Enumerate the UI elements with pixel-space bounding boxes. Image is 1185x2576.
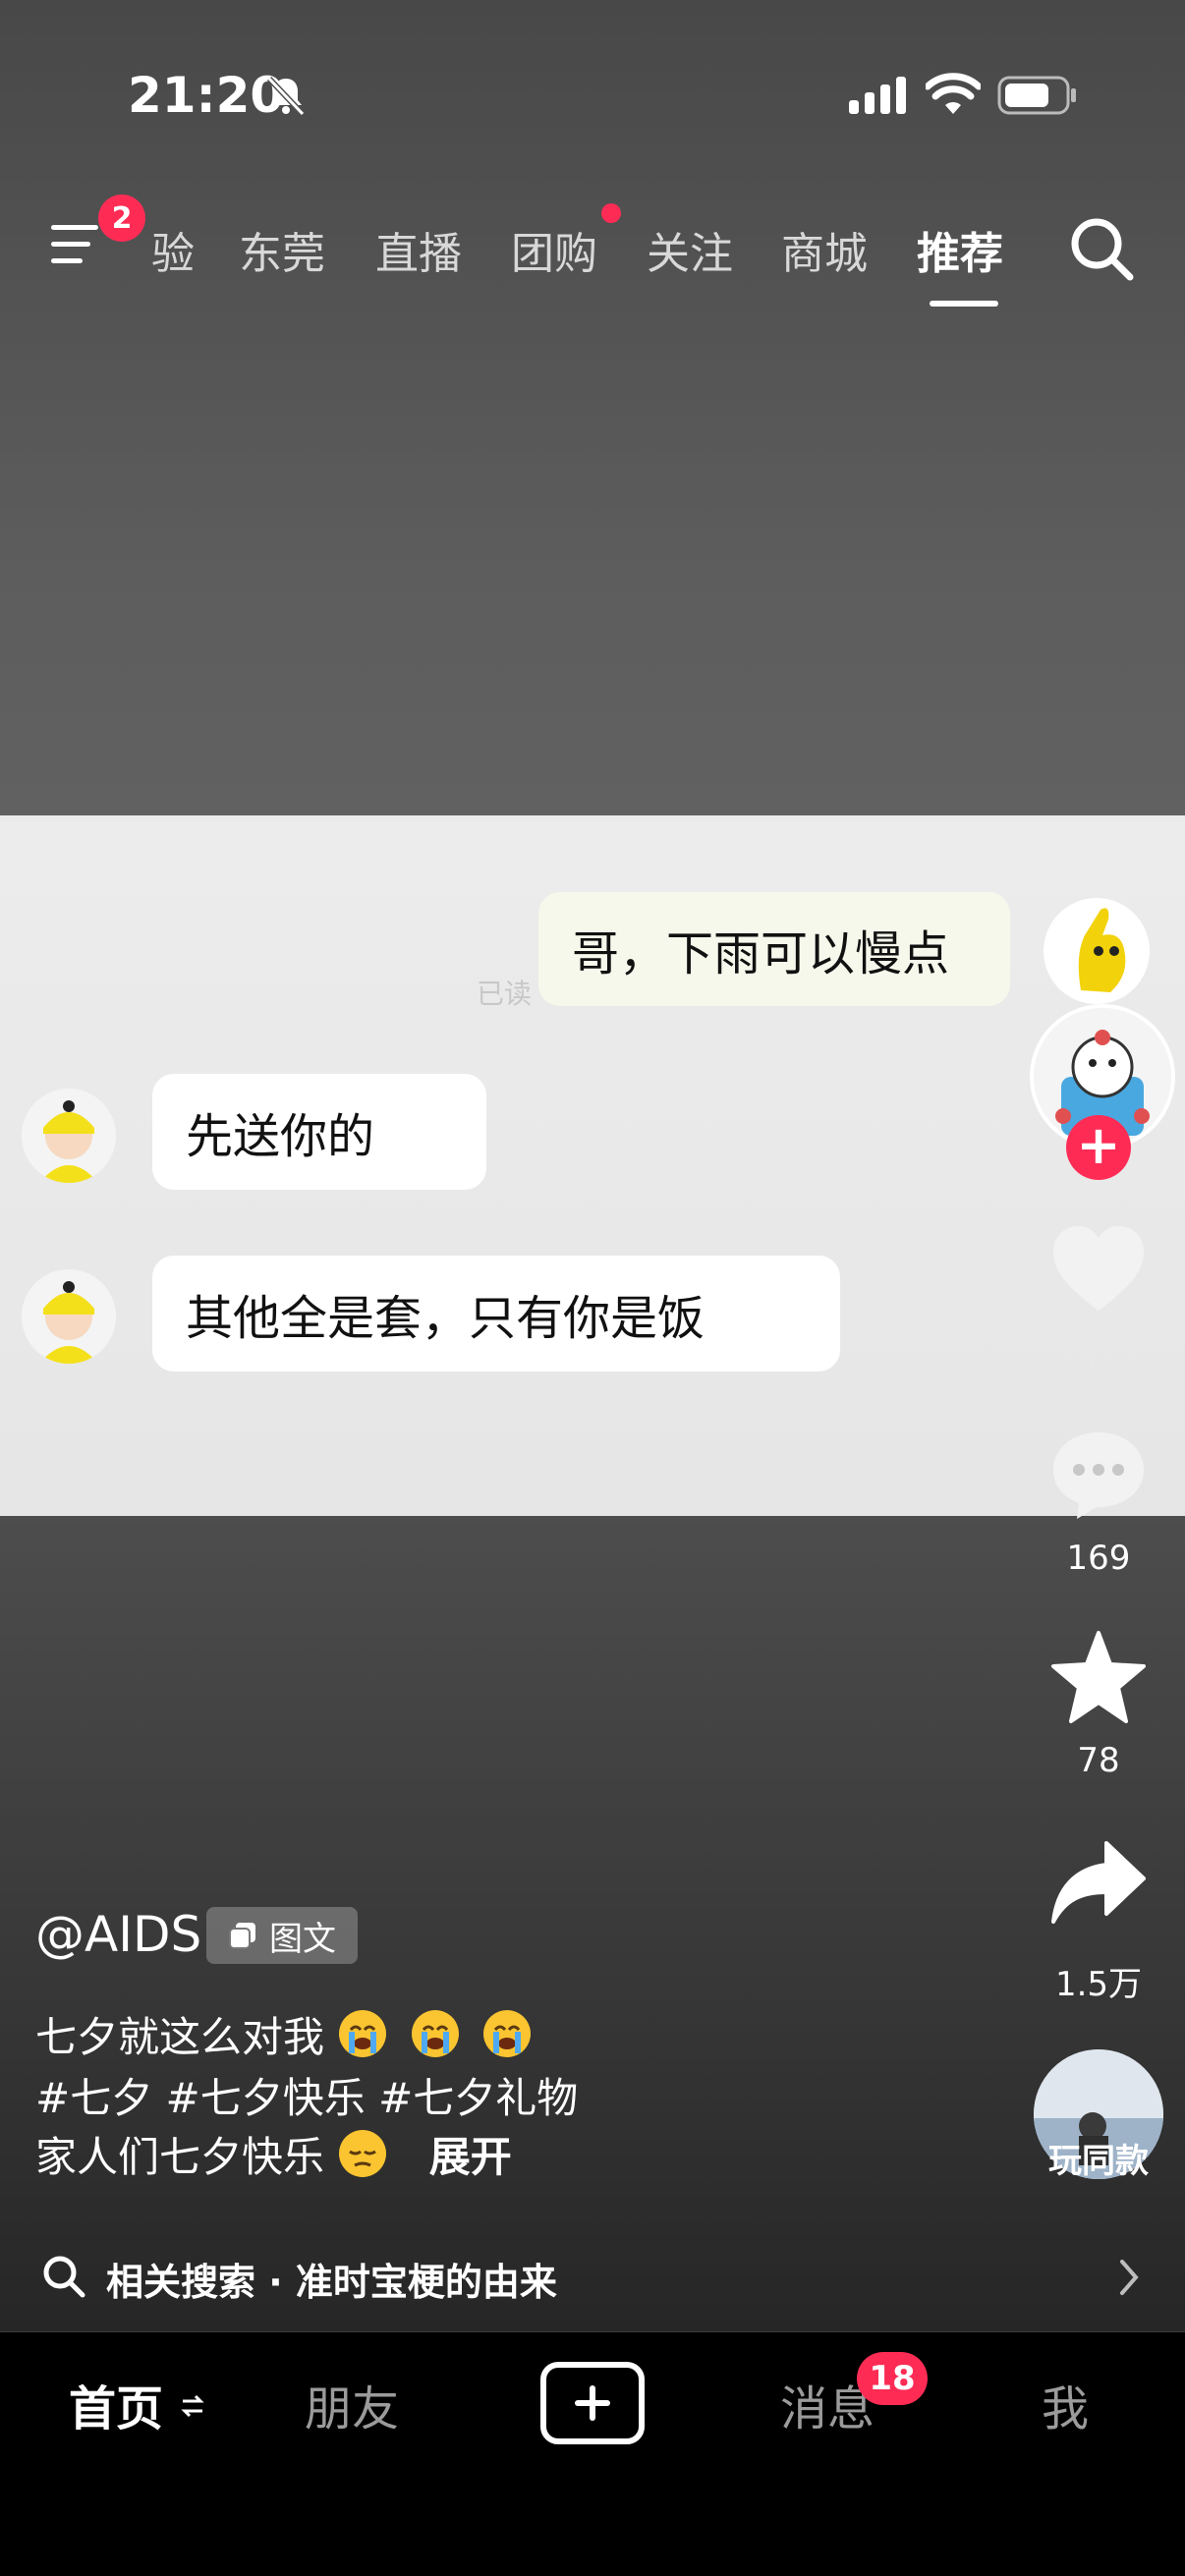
same-style-label[interactable]: 玩同款 bbox=[1014, 2134, 1183, 2182]
pensive-emoji-icon bbox=[339, 2130, 387, 2177]
sticker-icon bbox=[1044, 898, 1150, 1004]
plus-icon bbox=[575, 2385, 610, 2421]
author-name[interactable]: @AIDS bbox=[35, 1906, 201, 1963]
chat-bubble-other: 先送你的 bbox=[152, 1074, 486, 1190]
image-text-icon bbox=[229, 1923, 255, 1949]
chat-text: 其他全是套，只有你是饭 bbox=[186, 1291, 705, 1346]
battery-icon bbox=[997, 76, 1076, 115]
expand-link[interactable]: 展开 bbox=[429, 2133, 512, 2181]
tab-group-buy-dot bbox=[601, 203, 621, 223]
signal-icon bbox=[849, 77, 906, 114]
menu-badge: 2 bbox=[98, 195, 145, 242]
tab-mall[interactable]: 商城 bbox=[781, 218, 868, 281]
crying-emoji-icon bbox=[483, 2010, 532, 2057]
caption-line-3: 家人们七夕快乐 展开 bbox=[35, 2124, 512, 2184]
search-icon bbox=[43, 2256, 85, 2298]
wifi-icon bbox=[926, 73, 981, 114]
crying-emoji-icon bbox=[339, 2010, 387, 2057]
tab-dongguan[interactable]: 东莞 bbox=[239, 218, 325, 281]
caption-text: 七夕就这么对我 bbox=[35, 2013, 325, 2061]
caption-text: 家人们七夕快乐 bbox=[35, 2133, 325, 2181]
chat-bubble-self: 哥，下雨可以慢点 bbox=[538, 892, 1010, 1006]
follow-button[interactable]: + bbox=[1066, 1115, 1131, 1180]
share-arrow-icon[interactable] bbox=[1047, 1833, 1150, 1935]
active-tab-indicator bbox=[930, 301, 998, 307]
comment-icon[interactable] bbox=[1047, 1425, 1150, 1527]
post-type-tag: 图文 bbox=[206, 1907, 358, 1964]
tab-live[interactable]: 直播 bbox=[375, 218, 462, 281]
caption-hashtags[interactable]: #七夕 #七夕快乐 #七夕礼物 bbox=[35, 2065, 578, 2125]
nav-friends[interactable]: 朋友 bbox=[305, 2370, 399, 2438]
chat-text: 哥，下雨可以慢点 bbox=[572, 926, 950, 981]
like-count: 1448 bbox=[1055, 1336, 1142, 1375]
search-icon[interactable] bbox=[1067, 214, 1138, 285]
tab-following[interactable]: 关注 bbox=[647, 218, 733, 281]
status-time: 21:20 bbox=[128, 67, 285, 124]
chat-avatar bbox=[22, 1089, 116, 1183]
chat-avatar bbox=[22, 1269, 116, 1364]
messages-badge: 18 bbox=[857, 2352, 928, 2405]
comment-count: 169 bbox=[1066, 1539, 1131, 1578]
create-post-button[interactable] bbox=[540, 2362, 645, 2444]
tab-partial[interactable]: 验 bbox=[151, 218, 195, 281]
chevron-right-icon bbox=[1120, 2260, 1139, 2295]
nav-home[interactable]: 首页 bbox=[69, 2370, 205, 2438]
caption-line-1: 七夕就这么对我 bbox=[35, 2004, 540, 2064]
like-heart-icon[interactable] bbox=[1047, 1220, 1150, 1322]
swap-arrows-icon bbox=[181, 2394, 204, 2418]
chat-text: 先送你的 bbox=[186, 1109, 375, 1164]
tab-recommend[interactable]: 推荐 bbox=[917, 218, 1003, 281]
related-search-bar[interactable]: 相关搜索 · 准时宝梗的由来 bbox=[0, 2232, 1185, 2319]
nav-me[interactable]: 我 bbox=[1042, 2370, 1089, 2438]
bottom-nav: 首页 朋友 消息 18 我 bbox=[0, 2332, 1185, 2576]
related-search-text: 相关搜索 · 准时宝梗的由来 bbox=[106, 2261, 557, 2304]
menu-icon[interactable] bbox=[49, 221, 106, 268]
chat-bubble-other: 其他全是套，只有你是饭 bbox=[152, 1256, 840, 1372]
nav-home-label: 首页 bbox=[69, 2381, 164, 2436]
share-count: 1.5万 bbox=[1054, 1965, 1143, 2004]
tab-group-buy[interactable]: 团购 bbox=[511, 218, 597, 281]
favorite-star-icon[interactable] bbox=[1047, 1627, 1150, 1729]
favorite-count: 78 bbox=[1077, 1741, 1120, 1780]
read-mark: 已读 bbox=[477, 978, 533, 1010]
bell-muted-icon bbox=[266, 76, 306, 117]
post-type-label: 图文 bbox=[269, 1919, 336, 1959]
crying-emoji-icon bbox=[411, 2010, 459, 2057]
